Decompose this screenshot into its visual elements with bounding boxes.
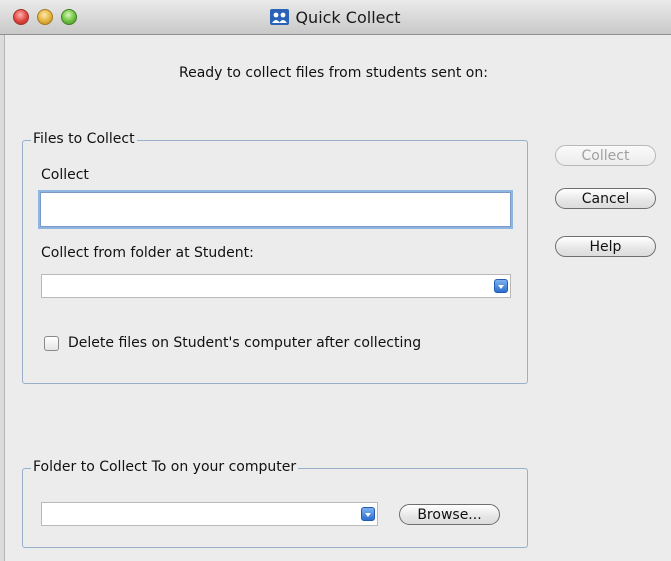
title-bar[interactable]: Quick Collect [0,0,671,35]
cancel-button[interactable]: Cancel [555,188,656,209]
collect-input[interactable] [40,192,511,227]
help-button[interactable]: Help [555,236,656,257]
student-folder-combobox[interactable] [41,274,511,298]
delete-files-checkbox[interactable] [44,336,59,351]
chevron-down-icon[interactable] [494,279,508,293]
chevron-down-icon[interactable] [361,507,375,521]
window-left-edge [0,35,5,561]
window-title: Quick Collect [0,0,671,34]
status-message: Ready to collect files from students sen… [179,65,488,81]
folder-to-collect-to-legend: Folder to Collect To on your computer [31,459,299,475]
app-icon [270,9,290,25]
delete-files-label[interactable]: Delete files on Student's computer after… [68,335,421,351]
destination-folder-combobox[interactable] [41,502,378,526]
collect-button[interactable]: Collect [555,145,656,166]
files-to-collect-legend: Files to Collect [31,131,137,147]
quick-collect-window: Quick Collect Ready to collect files fro… [0,0,671,561]
browse-button[interactable]: Browse... [399,504,500,525]
window-title-text: Quick Collect [295,7,401,27]
collect-label: Collect [41,167,89,183]
collect-from-folder-label: Collect from folder at Student: [41,245,254,261]
